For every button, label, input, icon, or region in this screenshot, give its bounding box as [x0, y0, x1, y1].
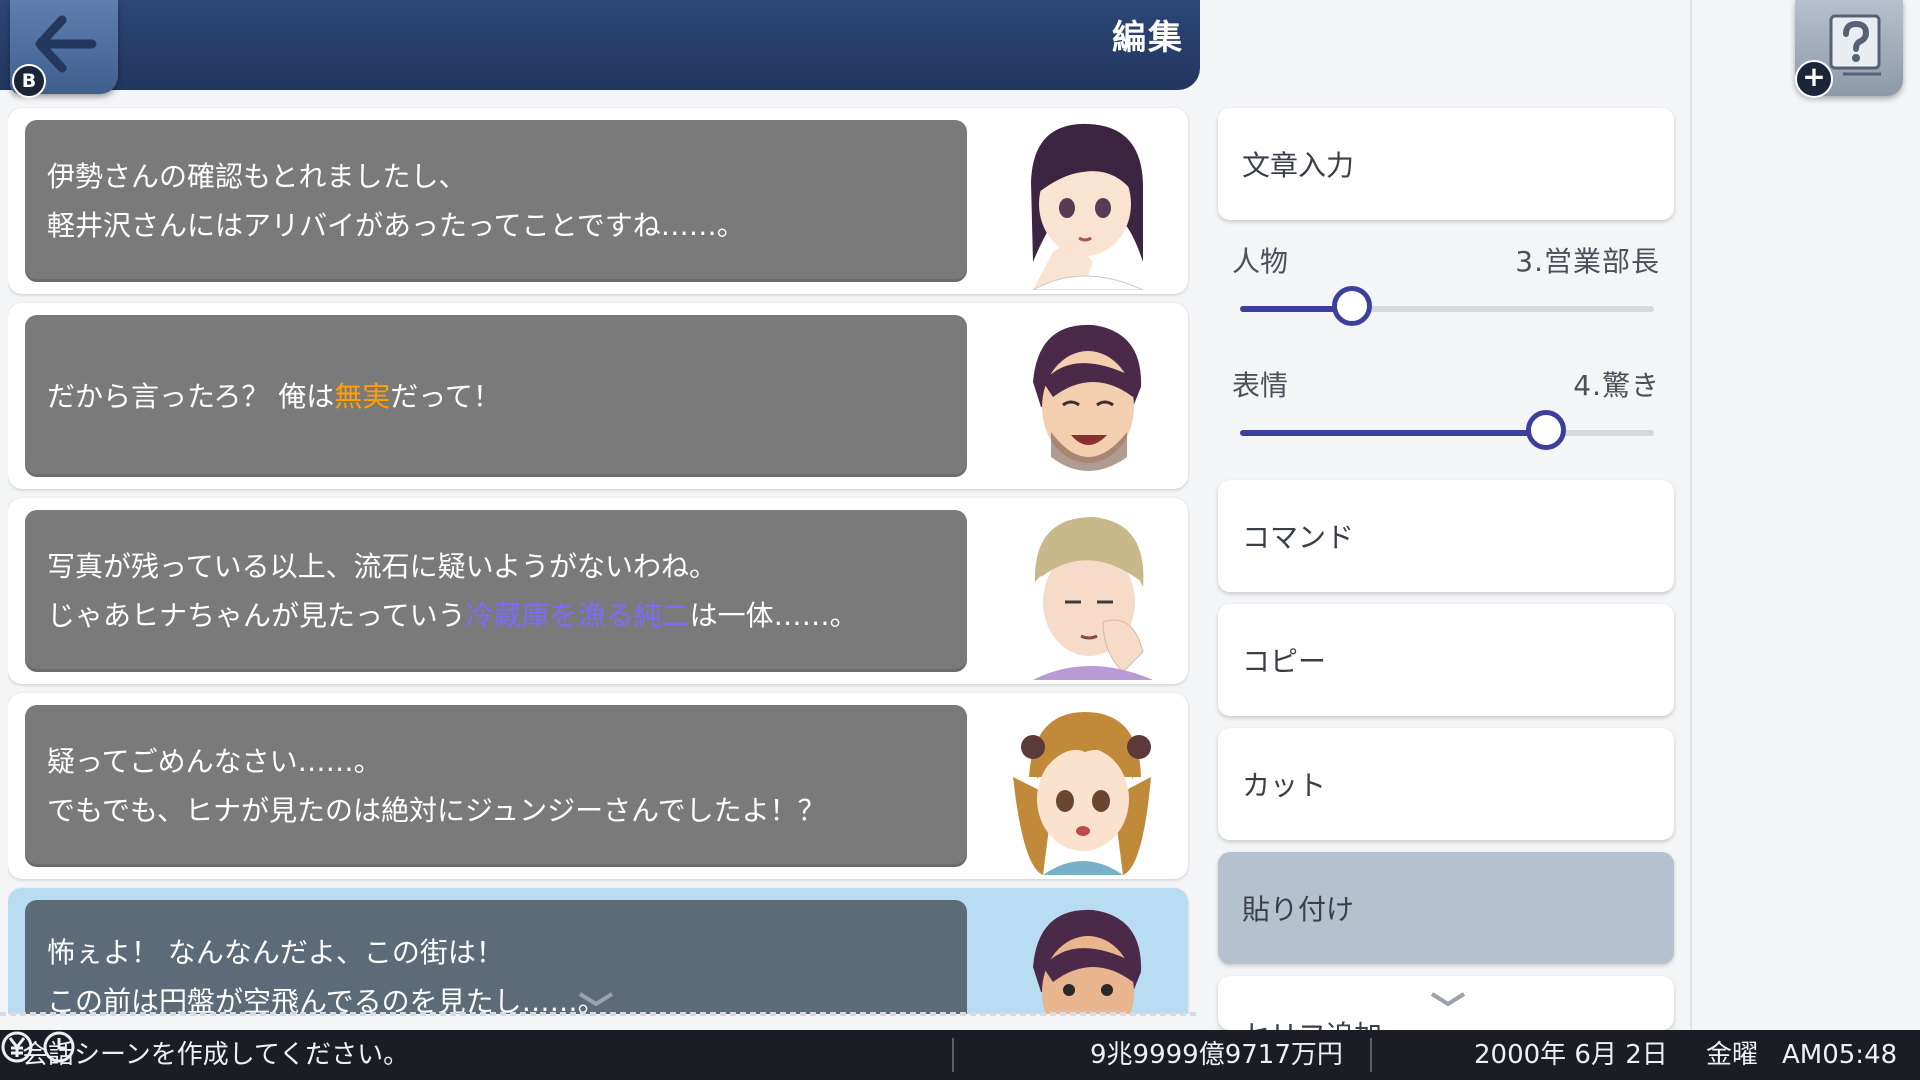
dialog-line: じゃあヒナちゃんが見たっていう冷蔵庫を漁る純二は一体……。 — [47, 591, 947, 640]
header-bar: 編集 — [0, 0, 1200, 90]
back-button[interactable]: B — [10, 0, 118, 98]
dialog-bubble[interactable]: 怖ぇよ！ なんなんだよ、この街は！ この前は円盤が空飛んでるのを見たし……。 — [25, 900, 967, 1014]
text-run: だって！ — [390, 379, 501, 413]
dialog-line: 疑ってごめんなさい……。 — [47, 737, 947, 786]
dialog-list[interactable]: 伊勢さんの確認もとれましたし、 軽井沢さんにはアリバイがあったってことですね……… — [8, 106, 1190, 1014]
text-run: 疑ってごめんなさい……。 — [47, 745, 382, 778]
status-separator — [952, 1038, 954, 1072]
twin-tail-girl-worried-portrait — [1013, 712, 1151, 875]
highlighted-keyword: 冷蔵庫を漁る純二 — [465, 599, 690, 632]
dialog-text: 写真が残っている以上、流石に疑いようがないわね。 じゃあヒナちゃんが見たっていう… — [47, 510, 947, 672]
bearded-man-laughing-portrait — [1033, 324, 1142, 471]
text-input-button[interactable]: 文章入力 — [1218, 108, 1674, 220]
chevron-down-icon — [578, 992, 614, 1007]
date-value: 2000年 6月 2日 — [1474, 1040, 1668, 1070]
paste-button[interactable]: 貼り付け — [1218, 852, 1674, 964]
cut-button[interactable]: カット — [1218, 728, 1674, 840]
slider-knob[interactable] — [1526, 410, 1567, 450]
b-key-badge: B — [12, 64, 46, 98]
money-value: 9兆9999億9717万円 — [1090, 1040, 1343, 1070]
help-question-icon — [1829, 14, 1881, 76]
list-divider — [0, 1012, 1200, 1016]
dialog-row[interactable]: 伊勢さんの確認もとれましたし、 軽井沢さんにはアリバイがあったってことですね……… — [8, 108, 1188, 294]
character-slider-label: 人物 — [1232, 245, 1289, 278]
text-run: は一体……。 — [689, 599, 858, 632]
dialog-bubble[interactable]: だから言ったろ？ 俺は無実だって！ — [25, 315, 967, 477]
dialog-line: この前は円盤が空飛んでるのを見たし……。 — [47, 977, 947, 1014]
dialog-bubble[interactable]: 疑ってごめんなさい……。 でもでも、ヒナが見たのは絶対にジュンジーさんでしたよ！… — [25, 705, 967, 867]
status-separator — [1370, 1038, 1372, 1072]
command-button[interactable]: コマンド — [1218, 480, 1674, 592]
dialog-row[interactable]: だから言ったろ？ 俺は無実だって！ — [8, 303, 1188, 489]
bearded-man-surprised-portrait — [1033, 909, 1142, 1014]
text-run: 伊勢さんの確認もとれましたし、 — [47, 160, 467, 193]
text-run: 写真が残っている以上、流石に疑いようがないわね。 — [47, 550, 718, 583]
dialog-text: だから言ったろ？ 俺は無実だって！ — [47, 315, 947, 477]
arrow-left-icon — [35, 15, 97, 73]
plus-badge: + — [1795, 60, 1833, 98]
dialog-line: 伊勢さんの確認もとれましたし、 — [47, 152, 947, 201]
status-message: 会話シーンを作成してください。 — [22, 1040, 410, 1070]
dialog-line: 怖ぇよ！ なんなんだよ、この街は！ — [47, 928, 947, 977]
dialog-text: 伊勢さんの確認もとれましたし、 軽井沢さんにはアリバイがあったってことですね……… — [47, 120, 947, 282]
expression-slider[interactable] — [1240, 410, 1654, 450]
dialog-bubble[interactable]: 伊勢さんの確認もとれましたし、 軽井沢さんにはアリバイがあったってことですね……… — [25, 120, 967, 282]
text-run: この前は円盤が空飛んでるのを見たし……。 — [47, 985, 606, 1014]
character-slider-value: 3.営業部長 — [1515, 245, 1660, 278]
dark-haired-woman-thinking-portrait — [1031, 123, 1144, 290]
text-run: じゃあヒナちゃんが見たっていう — [47, 599, 466, 632]
panel-divider — [1690, 0, 1692, 1030]
time-value: AM05:48 — [1782, 1040, 1898, 1070]
text-run: でもでも、ヒナが見たのは絶対にジュンジーさんでしたよ！？ — [47, 794, 826, 827]
text-run: 怖ぇよ！ なんなんだよ、この街は！ — [47, 936, 504, 969]
dialog-line: 写真が残っている以上、流石に疑いようがないわね。 — [47, 542, 947, 591]
text-run: 軽井沢さんにはアリバイがあったってことですね……。 — [47, 209, 745, 242]
status-bar: 会話シーンを作成してください。 9兆9999億9717万円 2000年 6月 2… — [0, 1030, 1920, 1080]
dialog-row[interactable]: 疑ってごめんなさい……。 でもでも、ヒナが見たのは絶対にジュンジーさんでしたよ！… — [8, 693, 1188, 879]
slider-knob[interactable] — [1331, 286, 1372, 326]
highlighted-keyword: 無実 — [334, 379, 391, 413]
dialog-line: だから言ったろ？ 俺は無実だって！ — [47, 372, 947, 421]
help-button[interactable]: + — [1795, 0, 1903, 98]
dialog-line: 軽井沢さんにはアリバイがあったってことですね……。 — [47, 201, 947, 250]
slider-fill — [1240, 430, 1547, 436]
expression-slider-label: 表情 — [1232, 369, 1289, 402]
dialog-bubble[interactable]: 写真が残っている以上、流石に疑いようがないわね。 じゃあヒナちゃんが見たっていう… — [25, 510, 967, 672]
dialog-text: 怖ぇよ！ なんなんだよ、この街は！ この前は円盤が空飛んでるのを見たし……。 — [47, 900, 947, 1014]
dialog-text: 疑ってごめんなさい……。 でもでも、ヒナが見たのは絶対にジュンジーさんでしたよ！… — [47, 705, 947, 867]
dialog-line: でもでも、ヒナが見たのは絶対にジュンジーさんでしたよ！？ — [47, 786, 947, 835]
blond-man-pondering-portrait — [1033, 517, 1153, 680]
chevron-down-icon — [1430, 992, 1466, 1007]
weekday-value: 金曜 — [1706, 1040, 1759, 1070]
expression-slider-value: 4.驚き — [1573, 369, 1660, 402]
edit-panel: 文章入力 人物 3.営業部長 表情 4.驚き コマンド コピー カット 貼り付け… — [1218, 0, 1674, 1030]
copy-button[interactable]: コピー — [1218, 604, 1674, 716]
page-title: 編集 — [1112, 18, 1184, 58]
character-slider[interactable] — [1240, 286, 1654, 326]
text-run: だから言ったろ？ 俺は — [47, 379, 335, 413]
dialog-row[interactable]: 写真が残っている以上、流石に疑いようがないわね。 じゃあヒナちゃんが見たっていう… — [8, 498, 1188, 684]
